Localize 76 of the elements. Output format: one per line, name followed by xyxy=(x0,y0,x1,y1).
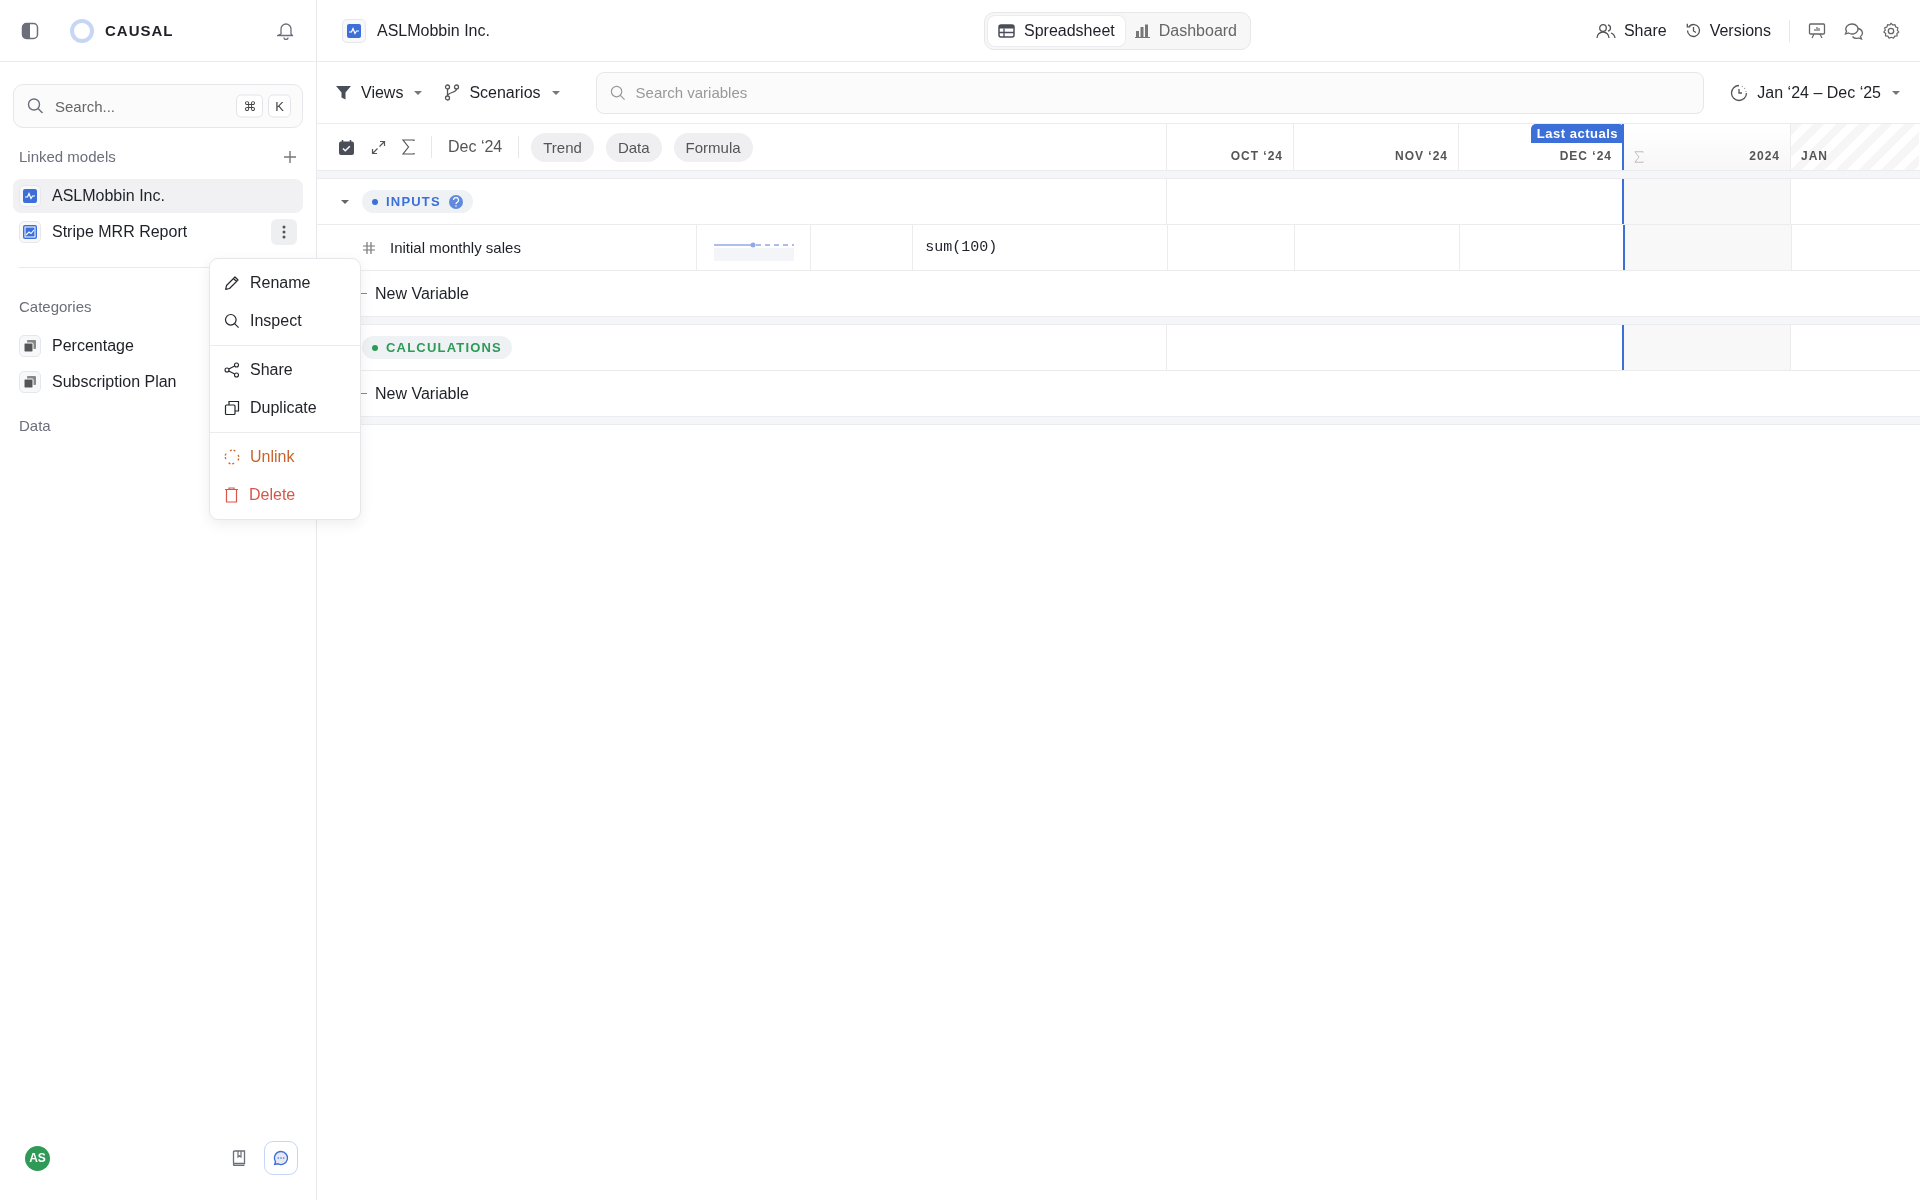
search-variables-field[interactable]: Search variables xyxy=(595,71,1705,114)
view-tab[interactable]: Dashboard xyxy=(1124,15,1247,46)
column-label: 2024 xyxy=(1749,149,1780,163)
new-variable-button[interactable]: New Variable xyxy=(375,384,469,403)
stack-icon xyxy=(19,335,41,357)
collapse-caret-icon[interactable] xyxy=(341,199,349,204)
add-icon[interactable] xyxy=(283,149,297,164)
settings-icon[interactable] xyxy=(1882,21,1900,40)
table-icon xyxy=(998,23,1015,38)
chat-button[interactable] xyxy=(264,1141,298,1175)
people-icon xyxy=(1595,22,1616,39)
column-toggle-chip[interactable]: Trend xyxy=(531,132,594,162)
copy-icon xyxy=(224,400,240,416)
clock-icon xyxy=(1730,83,1749,102)
pencil-icon xyxy=(224,275,240,291)
share-button[interactable]: Share xyxy=(1595,21,1667,40)
sidebar-toggle-icon[interactable] xyxy=(21,21,39,40)
item-label: Stripe MRR Report xyxy=(52,223,188,241)
scenarios-dropdown[interactable]: Scenarios xyxy=(444,83,560,102)
shortcut-key: ⌘ xyxy=(236,94,264,118)
item-label: Percentage xyxy=(52,337,134,355)
menu-item[interactable]: Unlink xyxy=(210,438,360,476)
column-toggle-chip[interactable]: Data xyxy=(605,132,662,162)
logo-icon xyxy=(69,17,95,44)
linked-model-item[interactable]: Stripe MRR Report xyxy=(13,215,303,249)
views-dropdown[interactable]: Views xyxy=(335,83,423,102)
number-icon xyxy=(362,240,376,255)
last-actuals-badge: Last actuals xyxy=(1530,124,1624,143)
linked-model-item[interactable]: ASLMobbin Inc. xyxy=(13,179,303,213)
column-label: NOV ‘24 xyxy=(1394,149,1448,163)
notification-bell-icon[interactable] xyxy=(277,21,295,40)
logo-text: CAUSAL xyxy=(105,22,174,39)
menu-item[interactable]: Rename xyxy=(210,264,360,302)
bar-chart-icon xyxy=(1134,23,1150,38)
formula-text[interactable]: sum(100) xyxy=(925,239,998,256)
model-title: ASLMobbin Inc. xyxy=(377,21,490,40)
line-chart-icon xyxy=(19,221,41,243)
date-range-dropdown[interactable]: Jan ‘24 – Dec ‘25 xyxy=(1730,83,1900,102)
section-title: Data xyxy=(19,417,51,434)
help-icon[interactable] xyxy=(448,194,463,209)
section-title: Categories xyxy=(19,298,92,315)
column-label: DEC ‘24 xyxy=(1559,149,1612,163)
user-avatar[interactable]: AS xyxy=(25,1145,50,1171)
calendar-check-icon[interactable] xyxy=(338,138,355,156)
menu-item[interactable]: Delete xyxy=(210,476,360,514)
section-tag: CALCULATIONS xyxy=(362,336,512,359)
menu-item[interactable]: Duplicate xyxy=(210,389,360,427)
pulse-chart-icon xyxy=(342,18,366,43)
chat-icon xyxy=(273,1150,289,1166)
share-icon xyxy=(224,362,240,378)
section-title: Linked models xyxy=(19,148,116,165)
sum-icon[interactable] xyxy=(402,139,415,155)
trash-icon xyxy=(224,487,239,503)
section-tag: INPUTS xyxy=(362,190,473,213)
shortcut-key: K xyxy=(268,94,291,118)
pulse-chart-icon xyxy=(19,185,41,207)
history-icon xyxy=(1684,22,1702,39)
sum-icon xyxy=(1634,151,1644,163)
filter-icon xyxy=(335,84,352,101)
selected-date[interactable]: Dec ‘24 xyxy=(448,138,503,156)
presentation-icon[interactable] xyxy=(1808,21,1826,40)
column-label: OCT ‘24 xyxy=(1230,149,1283,163)
view-tab[interactable]: Spreadsheet xyxy=(988,15,1125,46)
comments-icon[interactable] xyxy=(1844,21,1864,40)
column-label: JAN xyxy=(1801,149,1828,163)
versions-button[interactable]: Versions xyxy=(1684,21,1771,40)
book-icon[interactable] xyxy=(232,1150,246,1166)
column-toggle-chip[interactable]: Formula xyxy=(673,132,753,162)
variable-name[interactable]: Initial monthly sales xyxy=(390,239,521,256)
stack-icon xyxy=(19,371,41,393)
expand-icon[interactable] xyxy=(371,139,386,155)
new-variable-button[interactable]: New Variable xyxy=(375,284,469,303)
item-label: ASLMobbin Inc. xyxy=(52,187,165,205)
item-label: Subscription Plan xyxy=(52,373,177,391)
search-icon xyxy=(224,313,240,329)
branch-icon xyxy=(444,84,461,101)
